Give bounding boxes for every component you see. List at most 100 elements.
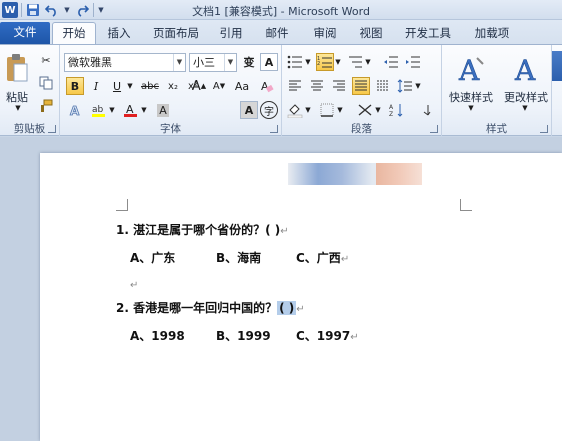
sort-icon[interactable]: AZ — [388, 101, 406, 119]
justify-icon[interactable] — [352, 77, 370, 95]
paste-options-chevron-icon[interactable]: ▼ — [13, 103, 23, 113]
paste-button[interactable] — [2, 49, 32, 89]
q1-option-b[interactable]: B、海南 — [216, 249, 261, 266]
empty-paragraph[interactable]: ↵ — [130, 277, 138, 291]
svg-text:A: A — [389, 104, 394, 111]
grow-font-button[interactable]: A ▲ — [190, 77, 208, 95]
line-spacing-icon[interactable] — [396, 77, 414, 95]
tab-developer[interactable]: 开发工具 — [398, 23, 458, 44]
paragraph-mark: ↵ — [130, 280, 139, 291]
q2-option-b[interactable]: B、1999 — [216, 327, 271, 344]
increase-indent-icon[interactable] — [404, 53, 422, 71]
chevron-down-icon[interactable]: ▼ — [374, 105, 382, 115]
svg-text:2: 2 — [317, 61, 320, 67]
obscured-region — [376, 163, 422, 185]
q2-option-a[interactable]: A、1998 — [130, 327, 185, 344]
chevron-down-icon[interactable]: ▼ — [334, 57, 342, 67]
ribbon: 粘贴 ▼ ✂ 剪贴板 微软雅黑 ▼ 小三 ▼ 变 A B I U ▼ abc x… — [0, 44, 562, 136]
font-launcher-icon[interactable] — [270, 125, 278, 133]
chevron-down-icon[interactable]: ▼ — [364, 57, 372, 67]
chevron-down-icon[interactable]: ▼ — [304, 105, 312, 115]
tab-addins[interactable]: 加载项 — [468, 23, 516, 44]
change-styles-button[interactable]: A — [500, 49, 550, 89]
clear-format-icon[interactable]: A — [258, 77, 276, 95]
bold-button[interactable]: B — [66, 77, 84, 95]
font-size-combo[interactable]: 小三 ▼ — [189, 53, 237, 72]
chevron-down-icon[interactable]: ▼ — [336, 105, 344, 115]
document-area[interactable]: 1. 湛江是属于哪个省份的？( )↵ A、广东 B、海南 C、广西↵ ↵ 2. … — [0, 137, 562, 441]
subscript-button[interactable]: x₂ — [164, 77, 182, 95]
tab-insert[interactable]: 插入 — [100, 23, 138, 44]
paragraph-mark: ↵ — [350, 332, 359, 343]
chevron-down-icon[interactable]: ▼ — [466, 103, 476, 113]
tab-page-layout[interactable]: 页面布局 — [146, 23, 206, 44]
question-2-number: 2. — [116, 301, 129, 315]
styles-launcher-icon[interactable] — [540, 125, 548, 133]
chevron-down-icon[interactable]: ▼ — [126, 81, 134, 91]
grow-font-label: A — [191, 78, 201, 94]
highlight-color-icon[interactable]: ab — [90, 101, 108, 119]
tab-file[interactable]: 文件 — [0, 22, 50, 44]
font-color-icon[interactable]: A — [122, 101, 140, 119]
distributed-icon[interactable] — [374, 77, 392, 95]
clipboard-launcher-icon[interactable] — [48, 125, 56, 133]
shading-fill-icon[interactable] — [286, 101, 304, 119]
q2-option-c-text: C、1997 — [296, 329, 351, 343]
asian-layout-icon[interactable] — [356, 101, 374, 119]
tab-review[interactable]: 审阅 — [306, 23, 344, 44]
editing-icon[interactable] — [552, 51, 562, 81]
decrease-indent-icon[interactable] — [382, 53, 400, 71]
char-shading-button[interactable]: A — [240, 101, 258, 119]
tab-mailings[interactable]: 邮件 — [258, 23, 296, 44]
tab-home[interactable]: 开始 — [52, 22, 96, 44]
quick-styles-button[interactable]: A — [446, 49, 496, 89]
cut-icon[interactable]: ✂ — [37, 51, 55, 69]
multilevel-list-icon[interactable] — [346, 53, 364, 71]
q1-option-a[interactable]: A、广东 — [130, 249, 175, 266]
chevron-down-icon[interactable]: ▼ — [224, 54, 236, 71]
chevron-down-icon[interactable]: ▼ — [414, 81, 422, 91]
chevron-down-icon[interactable]: ▼ — [173, 54, 185, 71]
document-page[interactable]: 1. 湛江是属于哪个省份的？( )↵ A、广东 B、海南 C、广西↵ ↵ 2. … — [40, 153, 562, 441]
bullets-icon[interactable] — [286, 53, 304, 71]
selected-text[interactable]: ( ) — [277, 301, 297, 315]
font-group: 微软雅黑 ▼ 小三 ▼ 变 A B I U ▼ abc x₂ x² A ab ▼… — [60, 45, 282, 136]
font-size-value: 小三 — [193, 56, 215, 69]
align-center-icon[interactable] — [308, 77, 326, 95]
svg-text:Z: Z — [389, 111, 393, 117]
numbering-icon[interactable]: 12 — [316, 53, 334, 71]
text-effects-icon[interactable]: A — [66, 101, 84, 119]
shrink-font-button[interactable]: A ▼ — [210, 77, 228, 95]
format-painter-icon[interactable] — [37, 97, 55, 115]
shading-button[interactable]: A — [154, 101, 172, 119]
align-left-icon[interactable] — [286, 77, 304, 95]
paragraph-launcher-icon[interactable] — [430, 125, 438, 133]
enclose-char-button[interactable]: 字 — [260, 101, 278, 119]
borders-icon[interactable] — [318, 101, 336, 119]
shading-label: A — [157, 103, 169, 117]
question-2[interactable]: 2. 香港是哪一年回归中国的？( ) ↵ — [116, 299, 305, 316]
tab-references[interactable]: 引用 — [212, 23, 250, 44]
change-case-button[interactable]: Aa — [230, 77, 254, 95]
strikethrough-button[interactable]: abc — [138, 77, 162, 95]
copy-icon[interactable] — [37, 74, 55, 92]
font-name-combo[interactable]: 微软雅黑 ▼ — [64, 53, 186, 72]
chevron-down-icon[interactable]: ▼ — [304, 57, 312, 67]
underline-button[interactable]: U — [108, 77, 126, 95]
q1-option-c-text: C、广西 — [296, 251, 341, 265]
chevron-down-icon[interactable]: ▼ — [108, 105, 116, 115]
italic-button[interactable]: I — [87, 77, 105, 95]
q1-option-c[interactable]: C、广西↵ — [296, 249, 349, 266]
tab-view[interactable]: 视图 — [352, 23, 390, 44]
phonetic-guide-button[interactable]: 变 — [240, 53, 258, 71]
chevron-down-icon[interactable]: ▼ — [140, 105, 148, 115]
char-border-button[interactable]: A — [260, 53, 278, 71]
window-title: 文档1 [兼容模式] - Microsoft Word — [192, 5, 370, 18]
question-1[interactable]: 1. 湛江是属于哪个省份的？( )↵ — [116, 221, 289, 238]
show-marks-icon[interactable] — [416, 101, 434, 119]
align-right-icon[interactable] — [330, 77, 348, 95]
svg-text:ab: ab — [92, 105, 104, 115]
chevron-down-icon[interactable]: ▼ — [520, 103, 530, 113]
q2-option-c[interactable]: C、1997↵ — [296, 327, 359, 344]
margin-corner-top-right — [460, 199, 472, 211]
